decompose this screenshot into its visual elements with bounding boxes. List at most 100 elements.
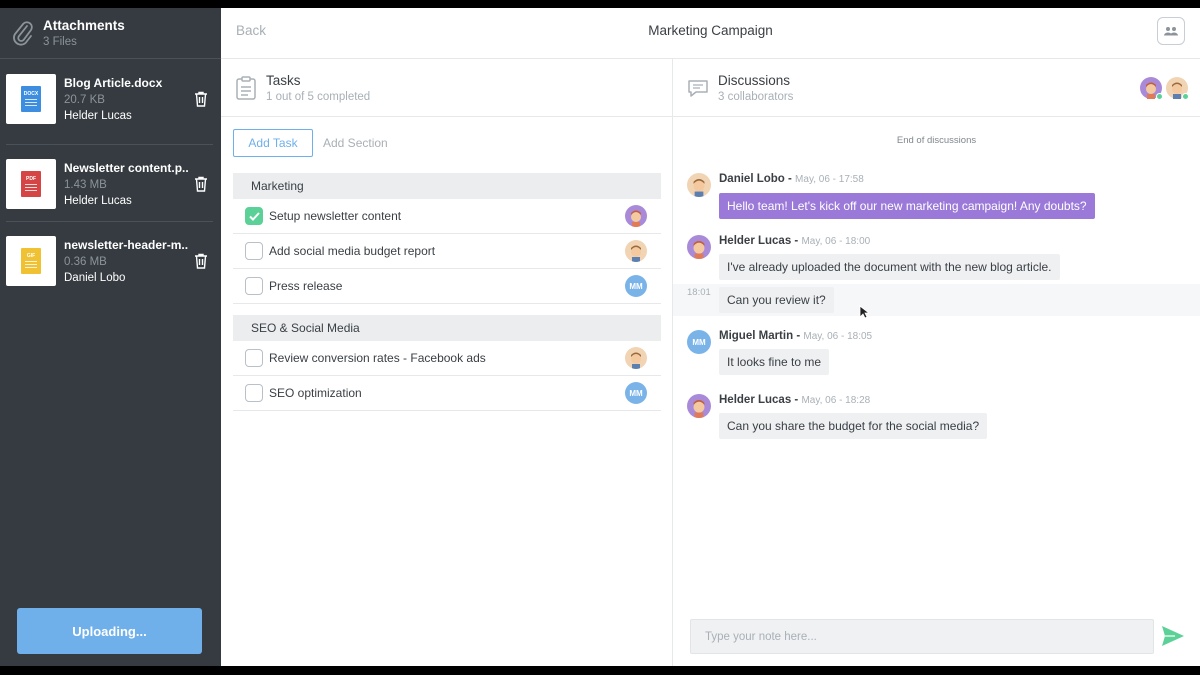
message-author: Helder Lucas bbox=[719, 235, 792, 247]
message-author: Miguel Martin bbox=[719, 330, 794, 342]
avatar-face-icon bbox=[693, 241, 705, 259]
avatar-face-icon bbox=[631, 210, 641, 227]
assignee-avatar[interactable] bbox=[625, 240, 647, 262]
discussions-panel: Discussions 3 collaborators End of discu… bbox=[673, 59, 1200, 666]
task-row[interactable]: Add social media budget report bbox=[233, 234, 661, 269]
attachments-count: 3 Files bbox=[43, 36, 77, 48]
task-label: Review conversion rates - Facebook ads bbox=[269, 351, 486, 365]
file-item[interactable]: GIF newsletter-header-m.. 0.36 MB Daniel… bbox=[0, 222, 221, 299]
assignee-avatar[interactable] bbox=[625, 205, 647, 227]
clipboard-icon bbox=[236, 75, 256, 100]
attachments-sidebar: Attachments 3 Files DOCX Blog Article.do… bbox=[0, 8, 221, 666]
message-bubble: Can you share the budget for the social … bbox=[719, 413, 988, 439]
tasks-progress: 1 out of 5 completed bbox=[266, 90, 371, 103]
section-header-seo[interactable]: SEO & Social Media bbox=[233, 315, 661, 341]
chat-icon bbox=[688, 79, 708, 97]
uploading-button[interactable]: Uploading... bbox=[17, 608, 202, 654]
file-owner: Helder Lucas bbox=[64, 194, 132, 207]
message-header: Helder Lucas - May, 06 - 18:28 bbox=[719, 394, 871, 406]
message-time: May, 06 - 18:05 bbox=[803, 331, 873, 342]
task-label: Add social media budget report bbox=[269, 244, 436, 258]
message-author: Daniel Lobo bbox=[719, 173, 785, 185]
file-type-label: DOCX bbox=[23, 90, 39, 97]
file-owner: Helder Lucas bbox=[64, 109, 132, 122]
gif-file-icon: GIF bbox=[21, 247, 41, 274]
message-bubble: It looks fine to me bbox=[719, 349, 830, 375]
paperclip-icon bbox=[13, 21, 33, 46]
send-icon[interactable] bbox=[1161, 625, 1185, 647]
message-bubble: I've already uploaded the document with … bbox=[719, 254, 1060, 280]
file-type-label: GIF bbox=[26, 252, 36, 259]
task-label: Press release bbox=[269, 279, 343, 293]
task-row[interactable]: Review conversion rates - Facebook ads bbox=[233, 341, 661, 376]
team-icon bbox=[1164, 27, 1178, 36]
file-size: 1.43 MB bbox=[64, 178, 107, 191]
section-header-marketing[interactable]: Marketing bbox=[233, 173, 661, 199]
collaborator-avatars bbox=[1136, 77, 1189, 100]
file-item[interactable]: PDF Newsletter content.p.. 1.43 MB Helde… bbox=[0, 145, 221, 222]
task-label: Setup newsletter content bbox=[269, 209, 402, 223]
assignee-avatar[interactable]: MM bbox=[625, 275, 647, 297]
task-checkbox[interactable] bbox=[245, 277, 263, 295]
file-thumbnail: GIF bbox=[6, 235, 56, 286]
file-owner: Daniel Lobo bbox=[64, 271, 126, 284]
author-avatar bbox=[687, 394, 711, 418]
avatar-face-icon bbox=[693, 179, 705, 197]
avatar-face-icon bbox=[693, 400, 705, 418]
tasks-header: Tasks 1 out of 5 completed bbox=[221, 59, 672, 117]
note-input[interactable] bbox=[690, 619, 1154, 654]
task-checkbox[interactable] bbox=[245, 207, 263, 225]
task-row[interactable]: SEO optimization MM bbox=[233, 376, 661, 411]
project-title: Marketing Campaign bbox=[648, 23, 773, 38]
trash-icon[interactable] bbox=[194, 91, 208, 107]
discussions-title: Discussions bbox=[718, 72, 791, 88]
assignee-avatar[interactable]: MM bbox=[625, 382, 647, 404]
tasks-title: Tasks bbox=[266, 72, 301, 88]
online-indicator bbox=[1156, 93, 1163, 100]
team-button[interactable] bbox=[1157, 17, 1185, 45]
file-item[interactable]: DOCX Blog Article.docx 20.7 KB Helder Lu… bbox=[0, 60, 221, 137]
file-type-label: PDF bbox=[26, 175, 36, 182]
author-avatar: MM bbox=[687, 330, 711, 354]
message-bubble: Can you review it? bbox=[719, 287, 834, 313]
message-time: May, 06 - 18:00 bbox=[801, 236, 871, 247]
file-size: 20.7 KB bbox=[64, 93, 105, 106]
tasks-panel: Tasks 1 out of 5 completed Add Task Add … bbox=[221, 59, 673, 666]
attachments-header: Attachments 3 Files bbox=[0, 8, 221, 59]
discussions-header: Discussions 3 collaborators bbox=[673, 59, 1200, 117]
attachments-title: Attachments bbox=[43, 18, 125, 33]
task-row[interactable]: Setup newsletter content bbox=[233, 199, 661, 234]
file-name: Blog Article.docx bbox=[64, 75, 163, 90]
end-of-discussions: End of discussions bbox=[896, 135, 977, 146]
followup-time: 18:01 bbox=[687, 287, 711, 298]
author-avatar bbox=[687, 235, 711, 259]
pdf-file-icon: PDF bbox=[21, 170, 41, 197]
collaborator-avatar[interactable] bbox=[1140, 77, 1163, 100]
file-size: 0.36 MB bbox=[64, 255, 107, 268]
message-time: May, 06 - 17:58 bbox=[795, 174, 864, 185]
add-task-button[interactable]: Add Task bbox=[233, 129, 313, 157]
task-row[interactable]: Press release MM bbox=[233, 269, 661, 304]
task-label: SEO optimization bbox=[269, 386, 362, 400]
avatar-face-icon bbox=[631, 352, 641, 369]
file-name: newsletter-header-m.. bbox=[64, 237, 188, 252]
collaborator-avatar[interactable] bbox=[1166, 77, 1189, 100]
message-header: Miguel Martin - May, 06 - 18:05 bbox=[719, 330, 873, 342]
file-thumbnail: PDF bbox=[6, 158, 56, 209]
trash-icon[interactable] bbox=[194, 176, 208, 192]
message-bubble: Hello team! Let's kick off our new marke… bbox=[719, 193, 1095, 219]
message-author: Helder Lucas bbox=[719, 394, 792, 406]
docx-file-icon: DOCX bbox=[21, 85, 41, 112]
trash-icon[interactable] bbox=[194, 253, 208, 269]
task-checkbox[interactable] bbox=[245, 384, 263, 402]
avatar-face-icon bbox=[631, 245, 641, 262]
message-time: May, 06 - 18:28 bbox=[801, 395, 871, 406]
task-checkbox[interactable] bbox=[245, 242, 263, 260]
mouse-cursor-icon bbox=[859, 305, 869, 319]
top-bar: Marketing Campaign Back bbox=[221, 8, 1200, 59]
add-section-button[interactable]: Add Section bbox=[323, 136, 388, 150]
task-checkbox[interactable] bbox=[245, 349, 263, 367]
back-link[interactable]: Back bbox=[236, 23, 266, 38]
file-name: Newsletter content.p.. bbox=[64, 160, 188, 175]
assignee-avatar[interactable] bbox=[625, 347, 647, 369]
